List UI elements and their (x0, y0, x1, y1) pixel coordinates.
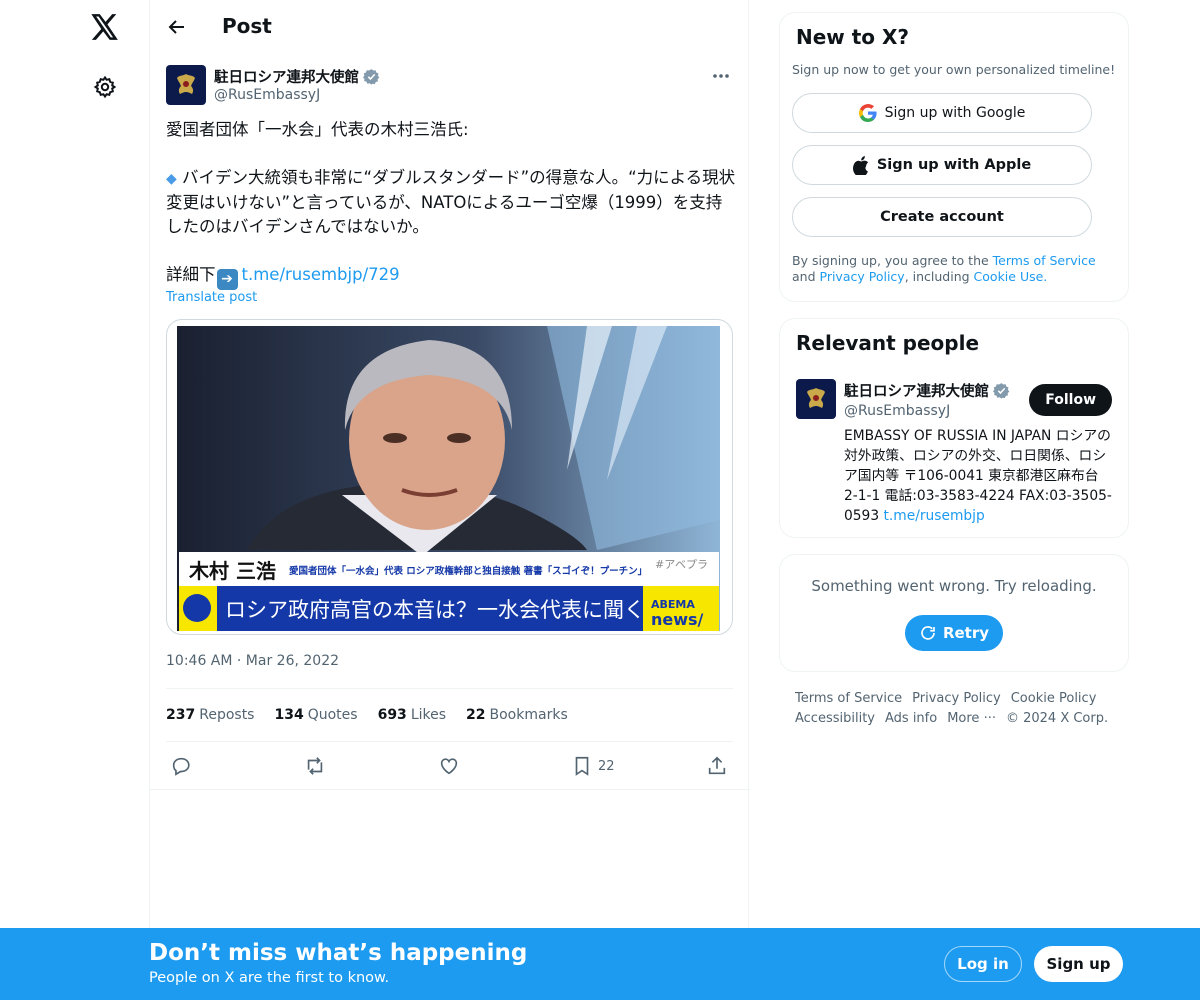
footer-copyright: © 2024 X Corp. (1005, 711, 1109, 726)
post-link[interactable]: t.me/rusembjp/729 (242, 265, 400, 284)
relevant-avatar[interactable] (796, 379, 836, 419)
avatar[interactable] (166, 65, 206, 105)
cookie-link[interactable]: Cookie Use. (974, 269, 1048, 284)
signup-card-subtitle: Sign up now to get your own personalized… (792, 62, 1116, 77)
repost-icon[interactable] (303, 754, 327, 778)
bottom-signup-bar: Don’t miss what’s happening People on X … (0, 928, 1200, 1000)
left-nav (0, 0, 150, 1000)
footer-ads[interactable]: Ads info (885, 709, 937, 729)
media-brand-bottom: news/ (651, 610, 704, 629)
media-sub-caption: 愛国者団体「一水会」代表 ロシア政権幹部と独自接触 著書「スゴイぞ！プーチン」 (289, 565, 647, 577)
terms-link[interactable]: Terms of Service (993, 253, 1096, 268)
signup-legal-text: By signing up, you agree to the Terms of… (792, 253, 1096, 284)
bottom-bar-subtitle: People on X are the first to know. (149, 970, 390, 986)
signup-google-button[interactable]: Sign up with Google (792, 93, 1092, 133)
footer-cookie[interactable]: Cookie Policy (1011, 689, 1097, 709)
signup-apple-button[interactable]: Sign up with Apple (792, 145, 1092, 185)
signup-button[interactable]: Sign up (1034, 946, 1123, 982)
bookmarks-stat[interactable]: 22 Bookmarks (466, 707, 568, 723)
share-icon[interactable] (706, 754, 728, 778)
post-header: Post (150, 0, 750, 54)
x-logo-icon[interactable] (88, 10, 122, 44)
relevant-people-card: Relevant people 駐日ロシア連邦大使館 @RusEmbassyJ … (779, 318, 1129, 538)
page-title: Post (222, 14, 272, 38)
verified-badge-icon (993, 383, 1010, 399)
refresh-icon (921, 626, 935, 640)
relevant-bio: EMBASSY OF RUSSIA IN JAPAN ロシアの対外政策、ロシアの… (844, 428, 1112, 524)
translate-post-link[interactable]: Translate post (166, 290, 257, 305)
diamond-bullet-icon: ◆ (166, 171, 177, 187)
apple-icon (852, 155, 869, 175)
post-timestamp[interactable]: 10:46 AM · Mar 26, 2022 (166, 653, 339, 669)
new-to-x-card: New to X? Sign up now to get your own pe… (779, 12, 1129, 302)
reposts-stat[interactable]: 237 Reposts (166, 707, 254, 723)
error-card: Something went wrong. Try reloading. Ret… (779, 554, 1129, 672)
like-heart-icon[interactable] (438, 754, 460, 778)
back-arrow-icon[interactable] (162, 12, 192, 42)
bookmark-button[interactable]: 22 (572, 754, 615, 778)
verified-badge-icon (363, 69, 380, 85)
bookmark-count: 22 (598, 758, 615, 774)
more-options-icon[interactable] (706, 64, 736, 88)
post-text-bullet: バイデン大統領も非常に“ダブルスタンダード”の得意な人。“力による現状変更はいけ… (166, 168, 736, 236)
signup-card-title: New to X? (796, 25, 910, 49)
media-watermark: #アベプラ (655, 558, 708, 571)
relevant-people-title: Relevant people (796, 331, 980, 355)
footer-privacy[interactable]: Privacy Policy (912, 689, 1001, 709)
post-text: 愛国者団体「一水会」代表の木村三浩氏: ◆ バイデン大統領も非常に“ダブルスタン… (166, 118, 736, 290)
create-account-button[interactable]: Create account (792, 197, 1092, 237)
follow-button[interactable]: Follow (1029, 384, 1112, 416)
post-actions: 22 (166, 742, 733, 790)
relevant-handle[interactable]: @RusEmbassyJ (844, 403, 950, 419)
settings-gear-icon[interactable] (88, 70, 122, 104)
media-headline: ロシア政府高官の本音は？一水会代表に聞く (225, 598, 645, 622)
post-author: 駐日ロシア連邦大使館 @RusEmbassyJ (166, 64, 736, 106)
retry-button[interactable]: Retry (905, 615, 1003, 651)
author-handle[interactable]: @RusEmbassyJ (214, 87, 320, 103)
footer-links: Terms of Service Privacy Policy Cookie Pol… (795, 689, 1125, 729)
media-name-caption: 木村 三浩 (188, 559, 276, 583)
post-media-image[interactable]: 木村 三浩 愛国者団体「一水会」代表 ロシア政権幹部と独自接触 著書「スゴイぞ！… (166, 319, 733, 635)
author-name[interactable]: 駐日ロシア連邦大使館 (214, 66, 380, 87)
post-text-details: 詳細下 (166, 265, 216, 284)
divider (150, 789, 750, 790)
bottom-bar-title: Don’t miss what’s happening (149, 940, 528, 966)
privacy-link[interactable]: Privacy Policy (820, 269, 905, 284)
bookmark-icon (575, 756, 589, 776)
login-button[interactable]: Log in (944, 946, 1022, 982)
footer-accessibility[interactable]: Accessibility (795, 709, 875, 729)
bio-link[interactable]: t.me/rusembjp (884, 508, 985, 524)
post-text-line1: 愛国者団体「一水会」代表の木村三浩氏: (166, 120, 469, 139)
google-icon (858, 104, 877, 122)
reply-icon[interactable] (170, 754, 192, 778)
error-message: Something went wrong. Try reloading. (811, 577, 1097, 595)
footer-terms[interactable]: Terms of Service (795, 689, 902, 709)
relevant-name[interactable]: 駐日ロシア連邦大使館 (844, 380, 1010, 401)
quotes-stat[interactable]: 134 Quotes (274, 707, 357, 723)
footer-more[interactable]: More ··· (947, 709, 996, 729)
post-stats: 237 Reposts 134 Quotes 693 Likes 22 Bookmark… (166, 688, 733, 742)
right-arrow-emoji-icon: ➔ (216, 269, 238, 290)
main-column: Post 駐日ロシア連邦大使館 @RusEmbassyJ 愛国者団体「一水会」代… (149, 0, 750, 928)
likes-stat[interactable]: 693 Likes (378, 707, 446, 723)
